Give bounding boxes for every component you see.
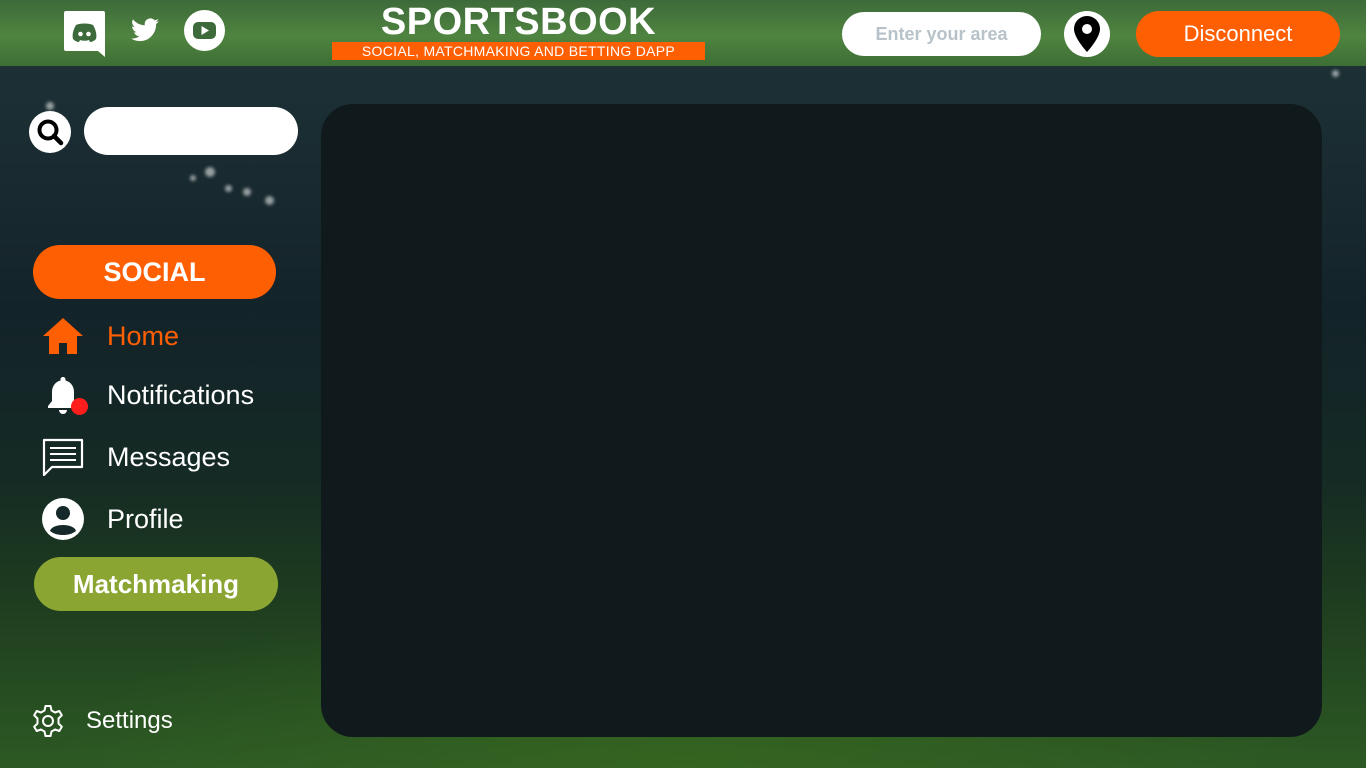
twitter-link[interactable] [131,18,159,42]
youtube-link[interactable] [184,10,225,51]
disconnect-button[interactable]: Disconnect [1136,11,1340,57]
area-input[interactable] [842,12,1041,56]
sidebar-item-profile[interactable]: Profile [40,494,184,544]
matchmaking-section-button[interactable]: Matchmaking [34,557,278,611]
bell-icon [40,372,88,418]
main-content-panel [321,104,1322,737]
sidebar-item-label: Notifications [107,379,255,410]
social-section-button[interactable]: SOCIAL [33,245,276,299]
sidebar-item-notifications[interactable]: Notifications [40,370,254,420]
brand-title: SPORTSBOOK [380,1,657,43]
user-icon [40,496,86,542]
sidebar-item-label: Home [107,320,180,351]
home-icon [40,313,86,359]
sidebar-item-label: Profile [107,503,184,534]
message-icon [40,434,86,480]
map-pin-icon [1074,16,1100,52]
gear-icon [33,705,63,737]
sidebar-item-home[interactable]: Home [40,311,179,361]
twitter-icon [131,18,159,42]
sidebar-item-messages[interactable]: Messages [40,432,230,482]
brand-subtitle: SOCIAL, MATCHMAKING AND BETTING DAPP [332,42,705,60]
location-button[interactable] [1064,11,1110,57]
search-icon [37,119,64,146]
sidebar-item-label: Messages [107,441,231,472]
top-header: SPORTSBOOK SOCIAL, MATCHMAKING AND BETTI… [0,0,1366,66]
discord-icon [64,11,105,57]
youtube-icon [184,10,225,51]
notification-badge [71,398,88,415]
settings-label: Settings [86,707,173,734]
search-input[interactable] [84,107,298,155]
search-button[interactable] [29,111,71,153]
settings-button[interactable]: Settings [31,700,173,742]
discord-link[interactable] [64,11,105,57]
